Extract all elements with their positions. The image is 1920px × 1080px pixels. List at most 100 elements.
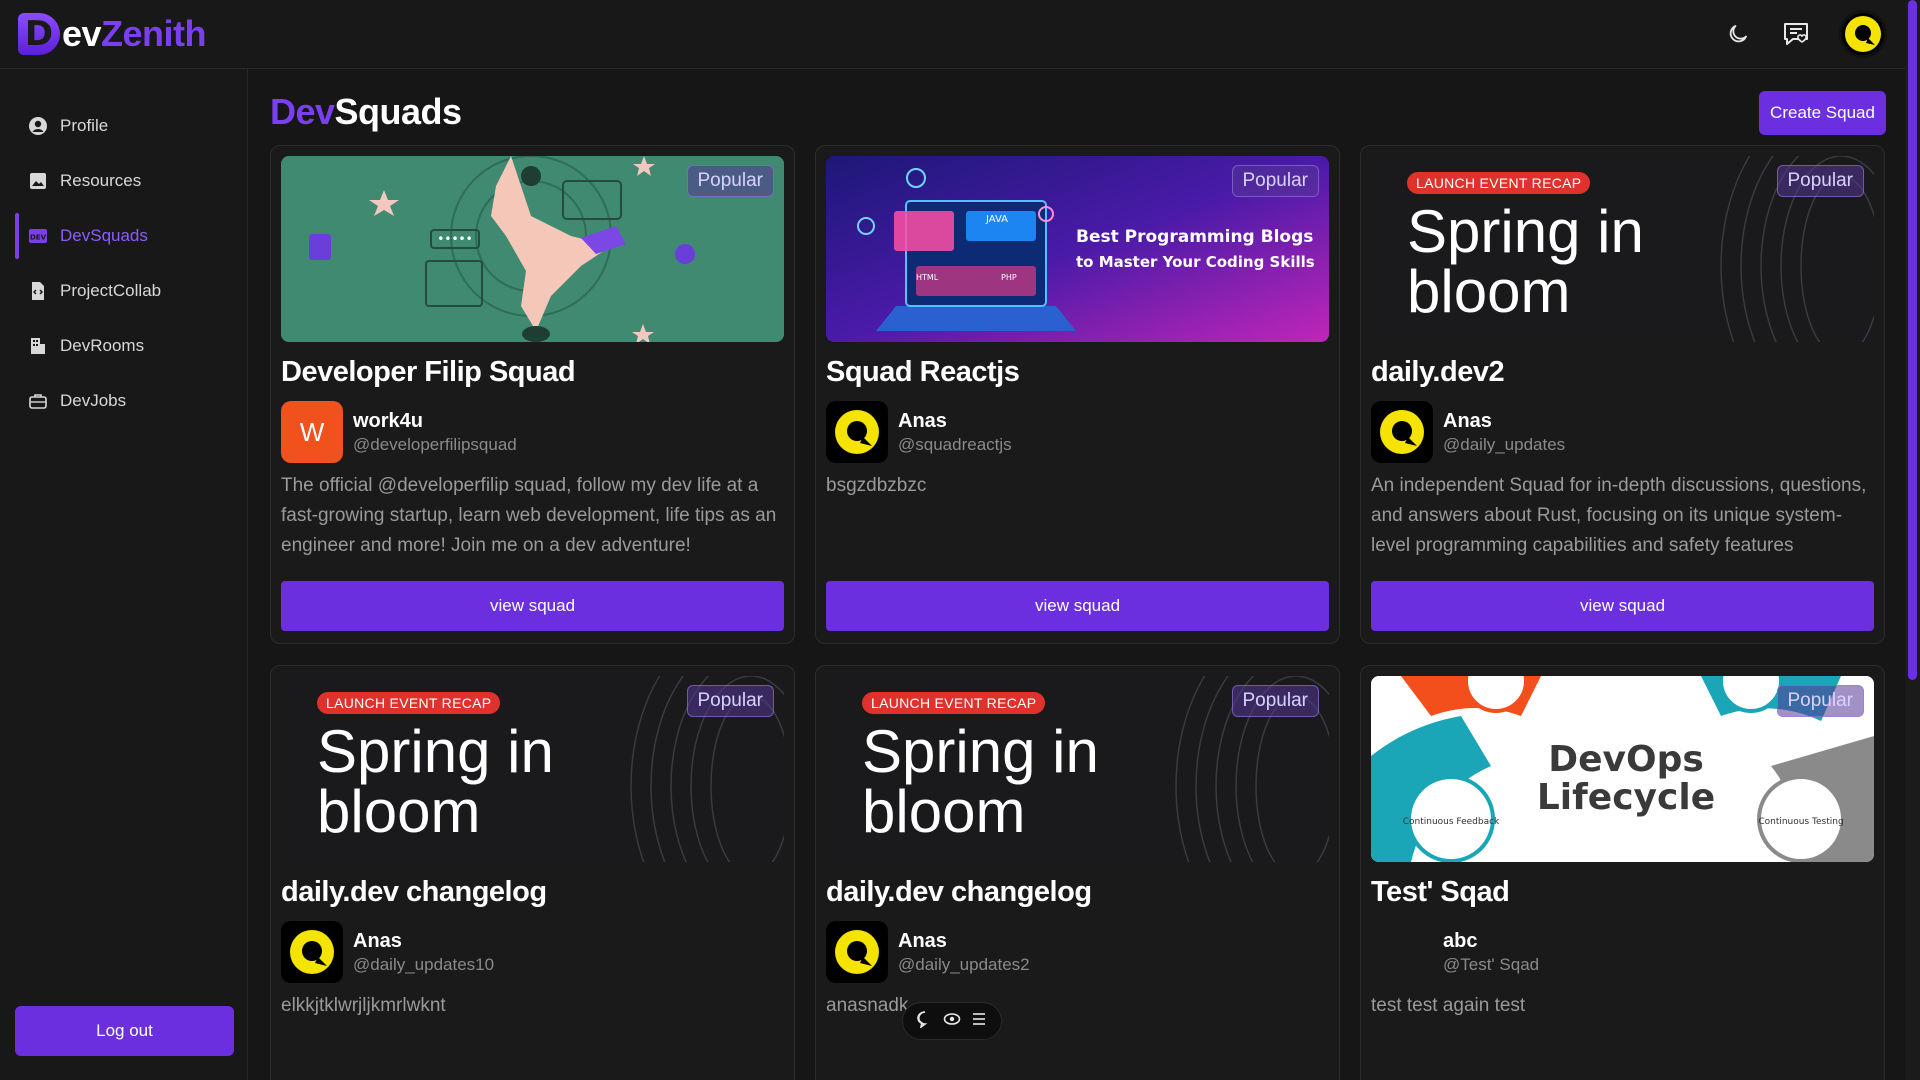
sidebar: Profile Resources DEV DevSquads ProjectC… [0, 69, 248, 1080]
main-content: DevSquads Create Squad ••••• Popular Dev… [270, 69, 1890, 1080]
view-squad-button[interactable]: view squad [826, 581, 1329, 631]
code-file-icon [28, 281, 48, 301]
squad-banner-image: LAUNCH EVENT RECAP Spring in bloom Popula… [826, 676, 1329, 862]
sidebar-nav: Profile Resources DEV DevSquads ProjectC… [0, 103, 247, 424]
list-icon[interactable] [970, 1010, 988, 1033]
banner-headline: Spring in bloom [862, 722, 1099, 842]
owner-name: work4u [353, 409, 424, 432]
image-icon [28, 171, 48, 191]
banner-headline-line1: Spring in [862, 718, 1099, 785]
owner-avatar [1371, 401, 1433, 463]
squad-description: test test again test [1371, 995, 1526, 1016]
owner-handle: @daily_updates10 [353, 954, 495, 974]
popular-badge: Popular [686, 165, 774, 197]
page-header: DevSquads Create Squad [270, 69, 1890, 139]
page-title-squads: Squads [334, 91, 463, 132]
dev-badge-icon: DEV [28, 226, 48, 246]
owner-name: Anas [1443, 409, 1492, 432]
view-squad-button[interactable]: view squad [1371, 581, 1874, 631]
page-title: DevSquads [270, 91, 462, 133]
popular-badge: Popular [1231, 165, 1319, 197]
logo-text-ev: ev [62, 13, 102, 54]
owner-handle: @daily_updates [1443, 434, 1566, 454]
popular-badge: Popular [686, 685, 774, 717]
banner-headline-line2: Lifecycle [1537, 777, 1715, 818]
squad-owner: Anas @squadreactjs [826, 401, 1012, 463]
banner-headline: Spring in bloom [317, 722, 554, 842]
user-circle-icon [28, 116, 48, 136]
top-header: D evZenith [0, 0, 1905, 69]
logo-text: evZenith [62, 13, 207, 55]
comment-icon[interactable] [916, 1010, 934, 1033]
banner-tag-html: HTML [916, 273, 939, 282]
daily-dev-logo-icon [835, 410, 879, 454]
squad-banner-image: LAUNCH EVENT RECAP Spring in bloom Popula… [1371, 156, 1874, 342]
launch-event-badge: LAUNCH EVENT RECAP [1407, 172, 1591, 194]
squad-description: bsgzdbzbzc [826, 475, 927, 496]
squad-owner: abc @Test' Sqad [1371, 921, 1539, 983]
owner-avatar [1371, 921, 1433, 983]
header-actions [1723, 10, 1887, 58]
banner-headline-line2: bloom [862, 778, 1026, 845]
daily-dev-logo-icon [290, 930, 334, 974]
sidebar-item-devsquads[interactable]: DEV DevSquads [0, 213, 247, 259]
squad-card: LAUNCH EVENT RECAP Spring in bloom Popula… [270, 665, 795, 1080]
sidebar-item-devjobs[interactable]: DevJobs [0, 378, 247, 424]
sidebar-item-devrooms[interactable]: DevRooms [0, 323, 247, 369]
banner-headline: Spring in bloom [1407, 202, 1644, 322]
owner-name: Anas [353, 929, 402, 952]
app-logo[interactable]: D evZenith [18, 13, 207, 55]
moon-icon[interactable] [1723, 19, 1753, 49]
create-squad-button[interactable]: Create Squad [1759, 91, 1886, 135]
launch-event-badge: LAUNCH EVENT RECAP [862, 692, 1046, 714]
sidebar-item-label: Profile [60, 116, 109, 135]
banner-subline: to Master Your Coding Skills [1076, 253, 1315, 271]
squad-description: elkkjtklwrjljkmrlwknt [281, 995, 446, 1016]
logo-text-zenith: Zenith [101, 13, 207, 54]
owner-name: abc [1443, 929, 1478, 952]
banner-label-right: Continuous Testing [1758, 817, 1843, 827]
view-squad-button[interactable]: view squad [281, 581, 784, 631]
banner-label-left: Continuous Feedback [1403, 817, 1500, 827]
squad-owner: Anas @daily_updates10 [281, 921, 494, 983]
scrollbar-thumb[interactable] [1908, 0, 1917, 680]
logo-mark: D [18, 13, 60, 55]
banner-headline-line1: DevOps [1548, 739, 1704, 780]
squad-card: LAUNCH EVENT RECAP Spring in bloom Popula… [1360, 145, 1885, 644]
chat-heart-icon[interactable] [1781, 19, 1811, 49]
popular-badge: Popular [1231, 685, 1319, 717]
squad-title: Test' Sqad [1371, 876, 1510, 908]
sidebar-item-profile[interactable]: Profile [0, 103, 247, 149]
sidebar-item-label: ProjectCollab [60, 281, 162, 300]
squad-title: Squad Reactjs [826, 356, 1020, 388]
briefcase-icon [28, 391, 48, 411]
banner-headline-line1: Spring in [1407, 198, 1644, 265]
user-avatar[interactable] [1839, 10, 1887, 58]
squad-owner: W work4u @developerfilipsquad [281, 401, 517, 463]
popular-badge: Popular [1776, 685, 1864, 717]
sidebar-item-resources[interactable]: Resources [0, 158, 247, 204]
squad-description: An independent Squad for in-depth discus… [1371, 475, 1867, 556]
squad-card: JAVA HTML PHP Best Programming Blogs to … [815, 145, 1340, 644]
squad-banner-image: ••••• Popular [281, 156, 784, 342]
logout-button[interactable]: Log out [15, 1006, 234, 1056]
owner-handle: @Test' Sqad [1443, 954, 1540, 974]
squad-title: daily.dev changelog [826, 876, 1092, 908]
launch-event-badge: LAUNCH EVENT RECAP [317, 692, 501, 714]
daily-dev-logo-icon [1380, 410, 1424, 454]
sidebar-item-projectcollab[interactable]: ProjectCollab [0, 268, 247, 314]
squad-owner: Anas @daily_updates [1371, 401, 1565, 463]
squad-title: daily.dev changelog [281, 876, 547, 908]
daily-dev-logo-icon [835, 930, 879, 974]
banner-headline: Best Programming Blogs [1076, 227, 1313, 247]
sidebar-item-label: DevJobs [60, 391, 127, 410]
banner-headline-line2: bloom [317, 778, 481, 845]
squad-banner-image: LAUNCH EVENT RECAP Spring in bloom Popula… [281, 676, 784, 862]
page-scrollbar[interactable] [1905, 0, 1920, 1080]
eye-icon[interactable] [943, 1010, 961, 1033]
squad-banner-image: DevOps Lifecycle Continuous Feedback Con… [1371, 676, 1874, 862]
owner-avatar: W [281, 401, 343, 463]
squad-banner-image: JAVA HTML PHP Best Programming Blogs to … [826, 156, 1329, 342]
squad-title: daily.dev2 [1371, 356, 1505, 388]
floating-toolbar [902, 1002, 1002, 1040]
